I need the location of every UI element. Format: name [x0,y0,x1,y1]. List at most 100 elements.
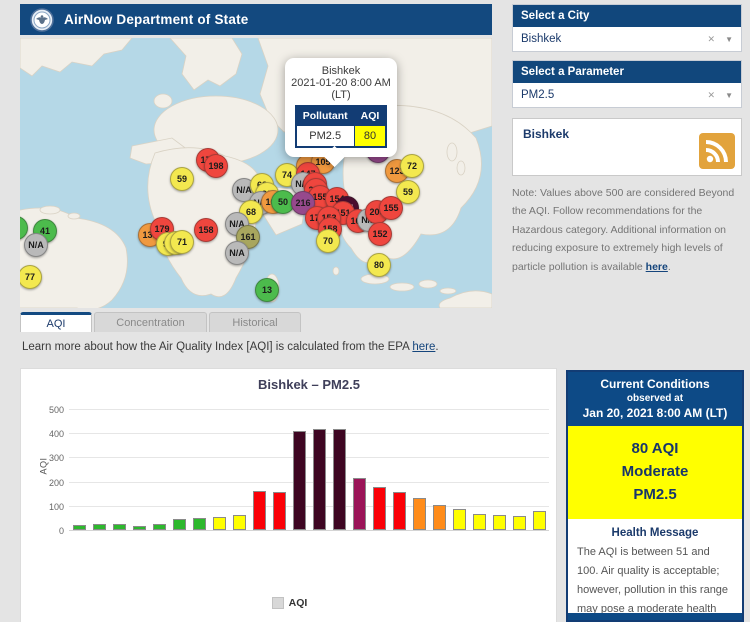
legend-label: AQI [289,597,308,609]
chart-bar-jan-20-2021-12-am[interactable] [373,487,386,530]
parameter-select[interactable]: PM2.5 ✕ ▼ [513,83,741,107]
city-clear-icon[interactable]: ✕ [707,34,715,45]
department-of-state-seal-icon [30,8,54,32]
note-here-link[interactable]: here [646,261,668,273]
city-select-value: Bishkek [521,33,561,45]
chart-gridline [69,457,549,458]
chart-y-tick: 300 [34,453,64,463]
health-message-text: The AQI is between 51 and 100. Air quali… [577,543,733,622]
current-conditions-panel: Current Conditions observed at Jan 20, 2… [566,370,744,622]
view-tabs: AQIConcentrationHistorical [20,312,301,332]
city-select[interactable]: Bishkek ✕ ▼ [513,27,741,51]
airnow-page: AirNow Department of State [0,0,750,622]
chart-legend[interactable]: AQI [21,597,558,609]
chart-bar-8-pm[interactable] [293,431,306,530]
chart-bar-7-am[interactable] [513,516,526,530]
parameter-select-label: Select a Parameter [513,61,741,83]
legend-swatch [272,597,284,609]
aqi-marker[interactable]: 71 [170,230,194,254]
chart-y-tick: 200 [34,478,64,488]
chart-bar-9-pm[interactable] [313,429,326,530]
chart-plot-area: 0100200300400500 [69,409,549,530]
chart-bar-5-pm[interactable] [233,515,246,530]
health-message-title: Health Message [577,527,733,539]
beyond-aqi-note: Note: Values above 500 are considered Be… [512,184,744,276]
conditions-pollutant: PM2.5 [572,486,738,503]
city-select-box: Select a City Bishkek ✕ ▼ [512,4,742,52]
chart-bar-8-am[interactable] [533,511,546,530]
learn-more-text: Learn more about how the Air Quality Ind… [22,341,439,353]
conditions-title: Current Conditions [572,377,738,391]
world-aqi-map[interactable]: 41N/A7717619859N/A6899N/A106507468N/A161… [20,38,492,308]
aqi-marker[interactable]: N/A [24,233,48,257]
conditions-aqi-value: 80 AQI [572,440,738,457]
chart-gridline [69,482,549,483]
aqi-marker[interactable]: 152 [368,222,392,246]
chart-gridline [69,506,549,507]
chart-title: Bishkek – PM2.5 [69,377,549,392]
parameter-select-value: PM2.5 [521,89,554,101]
city-caret-icon[interactable]: ▼ [725,35,733,44]
note-before: Note: Values above 500 are considered Be… [512,187,734,273]
popup-datetime: 2021-01-20 8:00 AM [291,77,391,89]
aqi-marker[interactable]: 80 [367,253,391,277]
chart-bar-4-pm[interactable] [213,517,226,530]
aqi-chart-panel: Bishkek – PM2.5 AQI 0100200300400500 AQI… [20,368,557,622]
parameter-caret-icon[interactable]: ▼ [725,91,733,100]
aqi-marker[interactable]: 158 [194,218,218,242]
tab-aqi[interactable]: AQI [20,312,92,332]
conditions-subtitle: observed at [572,393,738,404]
chart-bar-10-pm[interactable] [333,429,346,530]
chart-bar-7-pm[interactable] [273,492,286,530]
parameter-clear-icon[interactable]: ✕ [707,90,715,101]
chart-bar-11-pm[interactable] [353,478,366,530]
aqi-marker[interactable]: 13 [255,278,279,302]
popup-city: Bishkek [291,65,391,77]
chart-bar-1-am[interactable] [393,492,406,530]
app-header: AirNow Department of State [20,4,492,35]
chart-bar-3-pm[interactable] [193,518,206,530]
chart-bar-6-am[interactable] [493,515,506,530]
conditions-category: Moderate [572,463,738,480]
popup-aqi-table: Pollutant AQI PM2.5 80 [295,105,388,148]
epa-here-link[interactable]: here [412,341,435,353]
aqi-marker[interactable]: 59 [170,167,194,191]
chart-x-axis-line [69,530,549,531]
chart-bar-4-am[interactable] [453,509,466,530]
chart-bar-2-pm[interactable] [173,519,186,530]
rss-icon[interactable] [699,133,735,169]
tab-historical[interactable]: Historical [209,312,301,332]
health-message-block: Health Message The AQI is between 51 and… [568,519,742,622]
learn-more-after: . [435,341,438,353]
popup-timezone: (LT) [291,89,391,101]
aqi-marker[interactable]: 72 [400,154,424,178]
conditions-datetime: Jan 20, 2021 8:00 AM (LT) [572,406,738,420]
popup-pollutant-value: PM2.5 [296,126,354,148]
app-title: AirNow Department of State [64,12,248,27]
rss-feed-box: Bishkek [512,118,742,176]
chart-bar-3-am[interactable] [433,505,446,530]
conditions-aqi-block: 80 AQI Moderate PM2.5 [568,426,742,519]
aqi-marker[interactable]: 198 [204,154,228,178]
learn-more-before: Learn more about how the Air Quality Ind… [22,341,412,353]
popup-col-pollutant: Pollutant [296,106,354,126]
chart-y-tick: 0 [34,526,64,536]
chart-y-tick: 100 [34,502,64,512]
popup-aqi-value: 80 [354,126,386,148]
tab-concentration[interactable]: Concentration [94,312,207,332]
aqi-marker[interactable]: 70 [316,229,340,253]
chart-bar-2-am[interactable] [413,498,426,530]
map-popup: Bishkek 2021-01-20 8:00 AM (LT) Pollutan… [285,58,397,157]
chart-gridline [69,433,549,434]
rss-feed-title: Bishkek [523,127,569,141]
parameter-select-box: Select a Parameter PM2.5 ✕ ▼ [512,60,742,108]
chart-bar-5-am[interactable] [473,514,486,530]
city-select-label: Select a City [513,5,741,27]
popup-col-aqi: AQI [354,106,386,126]
conditions-footer-bar [568,613,742,620]
chart-y-tick: 400 [34,429,64,439]
aqi-marker[interactable]: N/A [225,241,249,265]
note-after: . [668,261,671,273]
chart-bar-6-pm[interactable] [253,491,266,530]
aqi-marker[interactable]: 155 [379,196,403,220]
